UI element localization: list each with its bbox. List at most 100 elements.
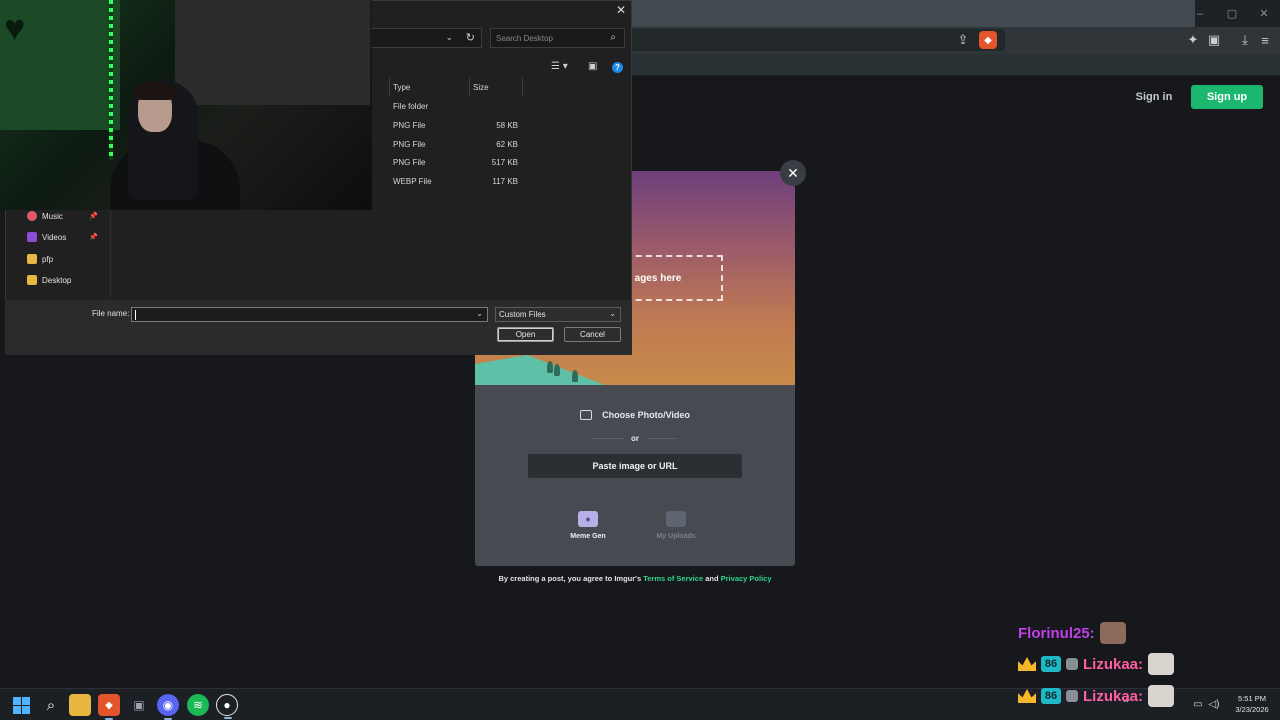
preview-pane-icon[interactable]: ▣ <box>588 61 597 72</box>
sign-in-link[interactable]: Sign in <box>1130 88 1178 106</box>
choose-photo-button[interactable]: Choose Photo/Video <box>475 407 795 423</box>
chevron-down-icon[interactable]: ⌄ <box>476 309 483 318</box>
file-explorer-icon[interactable] <box>69 694 91 716</box>
file-type: PNG File <box>393 121 426 130</box>
file-row[interactable]: PNG File 517 KB <box>389 156 523 170</box>
obs-icon[interactable]: ● <box>216 694 238 719</box>
chat-message: 86 Lizukaa: <box>1018 653 1175 675</box>
address-bar[interactable] <box>620 29 1005 51</box>
or-label: or <box>631 433 639 443</box>
hill-illustration <box>475 355 605 385</box>
file-row[interactable]: PNG File 62 KB <box>389 138 523 152</box>
nav-item-label: Videos <box>42 232 67 242</box>
brave-shields-icon[interactable]: ◆ <box>979 31 997 49</box>
file-row[interactable]: PNG File 58 KB <box>389 119 523 133</box>
or-divider: or <box>593 432 677 444</box>
cancel-button[interactable]: Cancel <box>564 327 621 342</box>
close-window-button[interactable]: ✕ <box>1248 0 1280 27</box>
search-icon: ⌕ <box>610 32 616 43</box>
search-input[interactable]: Search Desktop ⌕ <box>490 28 625 48</box>
terms-prefix: By creating a post, you agree to Imgur's <box>498 574 642 583</box>
file-size: 62 KB <box>496 140 518 149</box>
chat-message: 86 Lizukaa: <box>1018 685 1175 707</box>
meme-gen-button[interactable]: ● Meme Gen <box>563 511 613 551</box>
nav-item-label: Music <box>42 211 63 221</box>
menu-icon[interactable]: ≡ <box>1256 31 1274 49</box>
choose-photo-label: Choose Photo/Video <box>602 410 690 420</box>
file-type: WEBP File <box>393 177 432 186</box>
wallet-icon[interactable]: ▣ <box>1205 31 1223 49</box>
spotify-icon[interactable]: ≋ <box>187 694 209 716</box>
terminal-icon[interactable]: ▣ <box>128 694 150 716</box>
file-size: 117 KB <box>492 177 518 186</box>
discord-icon[interactable]: ◉ <box>157 694 179 720</box>
nav-item-desktop[interactable]: Desktop <box>27 273 71 287</box>
brave-browser-icon[interactable]: ◆ <box>98 694 120 720</box>
file-name-input[interactable]: ⌄ <box>131 307 488 322</box>
image-icon <box>580 410 593 420</box>
meme-gen-label: Meme Gen <box>570 533 606 540</box>
text-caret <box>135 310 136 320</box>
file-type-filter[interactable]: Custom Files ⌄ <box>495 307 621 322</box>
privacy-policy-link[interactable]: Privacy Policy <box>721 574 772 583</box>
view-options-icon[interactable]: ☰ ▾ <box>551 61 568 72</box>
nav-item-label: Desktop <box>42 275 72 285</box>
my-uploads-button[interactable]: My Uploads <box>648 511 704 551</box>
file-type: File folder <box>393 102 429 111</box>
modal-close-icon[interactable]: ✕ <box>780 160 806 186</box>
robot-badge-icon <box>1066 658 1078 670</box>
heart-decoration-icon: ♥ <box>4 7 26 48</box>
videos-icon <box>27 232 37 242</box>
network-icon[interactable]: ▭ <box>1191 697 1205 711</box>
webcam-hair <box>134 82 176 100</box>
paste-url-button[interactable]: Paste image or URL <box>528 454 742 478</box>
path-bar[interactable]: ⌄ ↻ <box>367 28 482 48</box>
terms-text: By creating a post, you agree to Imgur's… <box>475 574 795 586</box>
terms-of-service-link[interactable]: Terms of Service <box>643 574 703 583</box>
music-icon <box>27 211 37 221</box>
sub-badge-icon: 86 <box>1041 688 1061 704</box>
window-controls: – ▢ ✕ <box>1184 0 1280 27</box>
download-icon[interactable]: ⤓ <box>1236 31 1254 49</box>
chevron-down-icon: ⌄ <box>609 309 616 318</box>
sub-badge-icon: 86 <box>1041 656 1061 672</box>
nav-item-music[interactable]: Music <box>27 209 63 223</box>
folder-icon <box>27 275 37 285</box>
column-separator[interactable] <box>522 78 523 96</box>
file-row[interactable]: File folder <box>389 100 523 114</box>
nav-pane-divider[interactable] <box>110 210 111 298</box>
drop-zone-text: ages here <box>634 272 682 284</box>
open-button[interactable]: Open <box>497 327 554 342</box>
tree-illustration <box>547 361 553 373</box>
clock[interactable]: 5:51 PM 3/23/2026 <box>1228 693 1276 715</box>
maximize-button[interactable]: ▢ <box>1216 0 1248 27</box>
chat-emote <box>1148 685 1175 707</box>
volume-icon[interactable]: ◁) <box>1207 697 1221 711</box>
sign-up-button[interactable]: Sign up <box>1191 85 1263 109</box>
column-header-type[interactable]: Type <box>389 80 469 94</box>
minimize-button[interactable]: – <box>1184 0 1216 27</box>
chevron-down-icon[interactable]: ⌄ <box>445 32 453 43</box>
share-icon[interactable]: ⇪ <box>954 31 972 49</box>
chat-emote <box>1099 622 1126 644</box>
nav-item-pfp[interactable]: pfp <box>27 252 53 266</box>
column-header-size[interactable]: Size <box>469 80 523 94</box>
nav-item-videos[interactable]: Videos <box>27 230 66 244</box>
tree-illustration <box>572 370 578 382</box>
chat-username: Florinul25: <box>1018 624 1095 642</box>
chat-emote <box>1148 653 1175 675</box>
file-name-label: File name: <box>92 309 130 318</box>
webcam-overlay: ♥ <box>0 0 372 210</box>
chat-message: Florinul25: <box>1018 622 1126 644</box>
start-icon[interactable] <box>10 694 32 716</box>
active-tab[interactable] <box>620 0 1195 27</box>
file-type: PNG File <box>393 158 426 167</box>
help-icon[interactable]: ? <box>612 62 623 73</box>
clock-time: 5:51 PM <box>1238 694 1266 703</box>
refresh-icon[interactable]: ↻ <box>466 31 475 44</box>
extensions-icon[interactable]: ✦ <box>1184 31 1202 49</box>
file-type: PNG File <box>393 140 426 149</box>
file-row[interactable]: WEBP File 117 KB <box>389 175 523 189</box>
dialog-close-icon[interactable]: ✕ <box>613 2 629 18</box>
search-icon[interactable]: ⌕ <box>40 694 62 716</box>
